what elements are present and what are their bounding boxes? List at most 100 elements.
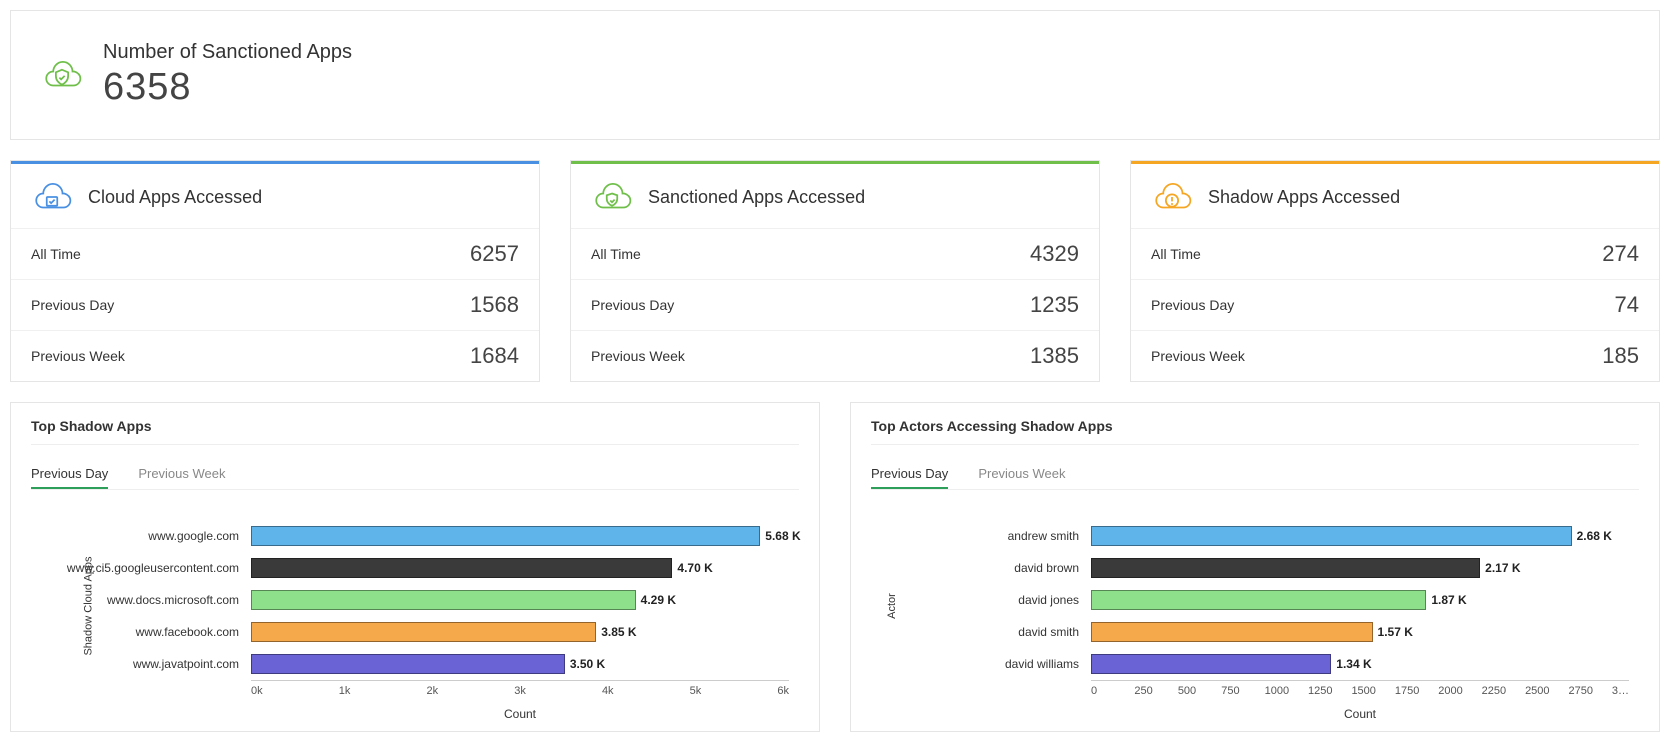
- axis-tick: 2750: [1568, 685, 1611, 697]
- bar[interactable]: 3.85 K: [251, 622, 596, 642]
- stat-card: Sanctioned Apps Accessed All Time 4329 Prev…: [570, 160, 1100, 382]
- stat-row-value: 1568: [470, 292, 519, 318]
- bar-category: andrew smith: [881, 529, 1091, 543]
- axis-tick: 2000: [1438, 685, 1481, 697]
- tab[interactable]: Previous Week: [138, 460, 225, 489]
- axis-tick: 1750: [1395, 685, 1438, 697]
- stat-row-value: 74: [1615, 292, 1639, 318]
- tab[interactable]: Previous Week: [978, 460, 1065, 489]
- stat-row-value: 1385: [1030, 343, 1079, 369]
- axis-tick: 2250: [1482, 685, 1525, 697]
- tab[interactable]: Previous Day: [31, 460, 108, 489]
- stat-row-label: All Time: [31, 246, 81, 262]
- stat-card: Shadow Apps Accessed All Time 274 Previous …: [1130, 160, 1660, 382]
- chart-cards-row: Top Shadow Apps Previous Day Previous Week…: [0, 392, 1670, 742]
- tab[interactable]: Previous Day: [871, 460, 948, 489]
- stat-card-title: Shadow Apps Accessed: [1208, 187, 1400, 208]
- bar-value-label: 5.68 K: [759, 529, 800, 543]
- stat-row: All Time 4329: [571, 228, 1099, 279]
- bar-value-label: 3.85 K: [595, 625, 636, 639]
- bar-row: david smith1.57 K: [881, 616, 1629, 648]
- bar[interactable]: 2.68 K: [1091, 526, 1572, 546]
- x-axis-label: Count: [1091, 707, 1629, 721]
- bar-category: www.google.com: [41, 529, 251, 543]
- bar-track: 1.87 K: [1091, 590, 1629, 610]
- bar-row: david brown2.17 K: [881, 552, 1629, 584]
- stat-row: All Time6257: [11, 228, 539, 279]
- x-axis-label: Count: [251, 707, 789, 721]
- axis-tick: 3k: [514, 685, 602, 697]
- x-axis: 0250500750100012501500175020002250250027…: [1091, 680, 1629, 697]
- stat-cards-row: Cloud Apps Accessed All Time6257 Previous …: [0, 150, 1670, 392]
- bar[interactable]: 4.29 K: [251, 590, 636, 610]
- sanctioned-apps-value: 6358: [103, 66, 352, 109]
- bar-category: david smith: [881, 625, 1091, 639]
- bar-category: www.facebook.com: [41, 625, 251, 639]
- stat-row-value: 1684: [470, 343, 519, 369]
- chart-area: Shadow Cloud Appswww.google.com5.68 Kwww…: [31, 490, 799, 721]
- bar-value-label: 4.70 K: [671, 561, 712, 575]
- axis-tick: 2k: [426, 685, 514, 697]
- stat-row: Previous Day 1235: [571, 279, 1099, 330]
- chart-title: Top Shadow Apps: [31, 418, 799, 445]
- bar-row: www.docs.microsoft.com4.29 K: [41, 584, 789, 616]
- chart-card: Top Actors Accessing Shadow Apps Previous…: [850, 402, 1660, 732]
- stat-row-label: Previous Day: [31, 297, 114, 313]
- stat-row-value: 4329: [1030, 241, 1079, 267]
- axis-tick: 1k: [339, 685, 427, 697]
- bar-track: 4.70 K: [251, 558, 789, 578]
- bar-category: www.docs.microsoft.com: [41, 593, 251, 607]
- stat-row-value: 1235: [1030, 292, 1079, 318]
- bar[interactable]: 4.70 K: [251, 558, 672, 578]
- chart-card: Top Shadow Apps Previous Day Previous Week…: [10, 402, 820, 732]
- axis-tick: 6k: [777, 685, 789, 697]
- bar[interactable]: 1.34 K: [1091, 654, 1331, 674]
- bar[interactable]: 3.50 K: [251, 654, 565, 674]
- stat-header: Shadow Apps Accessed: [1131, 161, 1659, 228]
- stat-card-title: Cloud Apps Accessed: [88, 187, 262, 208]
- stat-header: Sanctioned Apps Accessed: [571, 161, 1099, 228]
- axis-tick: 1500: [1351, 685, 1394, 697]
- stat-row: Previous Week185: [1131, 330, 1659, 381]
- bar[interactable]: 2.17 K: [1091, 558, 1480, 578]
- stat-row: Previous Week1385: [571, 330, 1099, 381]
- axis-tick: 750: [1221, 685, 1264, 697]
- cloud-warning-icon: [1151, 176, 1193, 218]
- tabs: Previous Day Previous Week: [871, 460, 1639, 490]
- bar-row: www.javatpoint.com3.50 K: [41, 648, 789, 680]
- bar-value-label: 2.17 K: [1479, 561, 1520, 575]
- axis-tick: 3…: [1612, 685, 1629, 697]
- stat-row-label: Previous Day: [1151, 297, 1234, 313]
- stat-row-label: Previous Day: [591, 297, 674, 313]
- bar-value-label: 1.34 K: [1330, 657, 1371, 671]
- bar-row: www.ci5.googleusercontent.com4.70 K: [41, 552, 789, 584]
- bar-value-label: 4.29 K: [635, 593, 676, 607]
- bar-value-label: 3.50 K: [564, 657, 605, 671]
- axis-tick: 1000: [1265, 685, 1308, 697]
- axis-tick: 0: [1091, 685, 1134, 697]
- bar[interactable]: 5.68 K: [251, 526, 760, 546]
- axis-tick: 1250: [1308, 685, 1351, 697]
- bar-category: david jones: [881, 593, 1091, 607]
- stat-row: All Time 274: [1131, 228, 1659, 279]
- bar-track: 5.68 K: [251, 526, 789, 546]
- bar-track: 3.50 K: [251, 654, 789, 674]
- axis-tick: 5k: [690, 685, 778, 697]
- stat-row-label: All Time: [1151, 246, 1201, 262]
- stat-row-label: Previous Week: [31, 348, 125, 364]
- bar-track: 1.57 K: [1091, 622, 1629, 642]
- stat-row-value: 274: [1602, 241, 1639, 267]
- bar-value-label: 1.87 K: [1425, 593, 1466, 607]
- stat-row: Previous Day 74: [1131, 279, 1659, 330]
- bar[interactable]: 1.57 K: [1091, 622, 1373, 642]
- bar-category: www.ci5.googleusercontent.com: [41, 561, 251, 575]
- x-axis: 0k1k2k3k4k5k6k: [251, 680, 789, 697]
- stat-row-label: All Time: [591, 246, 641, 262]
- stat-header: Cloud Apps Accessed: [11, 161, 539, 228]
- cloud-check-icon: [31, 176, 73, 218]
- chart-title: Top Actors Accessing Shadow Apps: [871, 418, 1639, 445]
- bar-value-label: 1.57 K: [1372, 625, 1413, 639]
- sanctioned-apps-title: Number of Sanctioned Apps: [103, 41, 352, 64]
- bar[interactable]: 1.87 K: [1091, 590, 1426, 610]
- bar-category: www.javatpoint.com: [41, 657, 251, 671]
